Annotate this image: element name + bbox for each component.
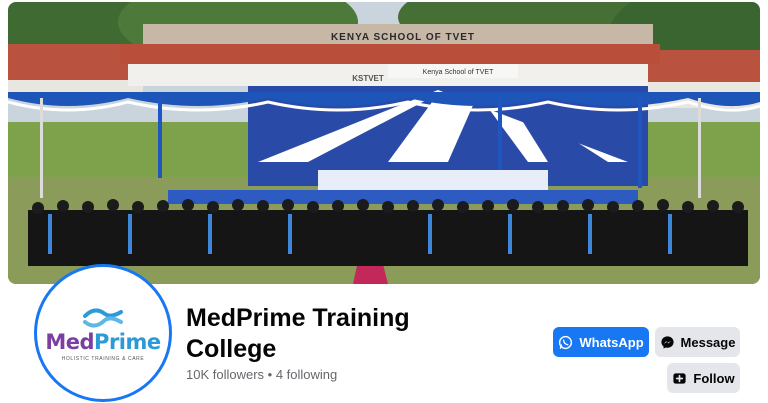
follow-button[interactable]: Follow <box>667 363 740 393</box>
medprime-logo: MedPrime HOLISTIC TRAINING & CARE <box>45 304 161 362</box>
building-sign-banner: Kenya School of TVET <box>423 69 494 76</box>
message-button[interactable]: Message <box>655 327 740 357</box>
logo-wordmark: MedPrime <box>45 330 161 354</box>
follow-icon <box>673 372 686 384</box>
follower-stats[interactable]: 10K followers • 4 following <box>186 367 337 382</box>
logo-word-prime: Prime <box>94 330 161 354</box>
whatsapp-icon <box>559 335 573 349</box>
whatsapp-button[interactable]: WhatsApp <box>553 327 649 357</box>
building-sign-main: KENYA SCHOOL OF TVET <box>331 32 475 43</box>
logo-word-med: Med <box>45 330 95 354</box>
follow-label: Follow <box>693 370 735 386</box>
logo-mark-icon <box>82 308 123 328</box>
cover-image: KENYA SCHOOL OF TVET Kenya School of TVE… <box>8 2 760 284</box>
whatsapp-label: WhatsApp <box>579 334 644 350</box>
message-label: Message <box>680 334 736 350</box>
profile-avatar[interactable]: MedPrime HOLISTIC TRAINING & CARE <box>34 264 172 402</box>
building-sign-logo: KSTVET <box>352 74 384 83</box>
logo-tagline: HOLISTIC TRAINING & CARE <box>61 356 145 362</box>
messenger-icon <box>660 335 674 349</box>
profile-page: KENYA SCHOOL OF TVET Kenya School of TVE… <box>0 0 768 403</box>
cover-photo[interactable]: KENYA SCHOOL OF TVET Kenya School of TVE… <box>8 2 760 284</box>
page-title: MedPrime Training College <box>186 304 410 363</box>
